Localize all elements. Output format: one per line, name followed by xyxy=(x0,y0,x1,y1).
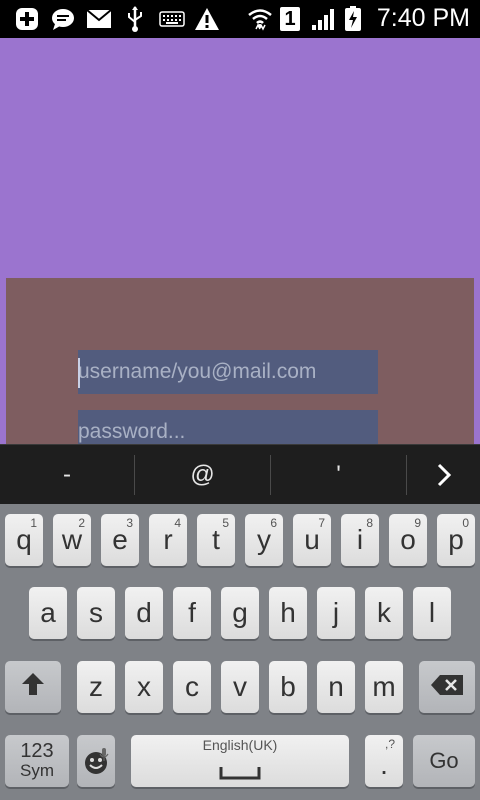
space-key[interactable]: English(UK) xyxy=(131,735,349,787)
key-v[interactable]: v xyxy=(221,661,259,713)
key-d[interactable]: d xyxy=(125,587,163,639)
more-suggestions-chevron-icon[interactable] xyxy=(407,445,480,505)
clock: 7:40 PM xyxy=(376,4,470,32)
add-notification-icon xyxy=(14,7,40,31)
key-t[interactable]: t5 xyxy=(197,514,235,566)
key-i[interactable]: i8 xyxy=(341,514,379,566)
status-bar: 1 7:40 PM xyxy=(0,0,480,38)
wifi-icon xyxy=(246,7,274,31)
chat-icon xyxy=(50,7,76,31)
key-q[interactable]: q1 xyxy=(5,514,43,566)
shift-arrow-icon xyxy=(20,671,46,704)
battery-charging-icon xyxy=(344,6,362,31)
emoji-key[interactable] xyxy=(77,735,115,787)
key-y[interactable]: y6 xyxy=(245,514,283,566)
key-r[interactable]: r4 xyxy=(149,514,187,566)
key-n[interactable]: n xyxy=(317,661,355,713)
key-m[interactable]: m xyxy=(365,661,403,713)
text-cursor xyxy=(78,358,80,388)
key-l[interactable]: l xyxy=(413,587,451,639)
key-f[interactable]: f xyxy=(173,587,211,639)
microphone-icon xyxy=(99,737,109,769)
key-j[interactable]: j xyxy=(317,587,355,639)
backspace-key[interactable] xyxy=(419,661,475,713)
suggestion-strip: - @ ' xyxy=(0,444,480,504)
key-z[interactable]: z xyxy=(77,661,115,713)
key-h[interactable]: h xyxy=(269,587,307,639)
mail-icon xyxy=(86,7,112,31)
key-g[interactable]: g xyxy=(221,587,259,639)
password-input[interactable]: password... xyxy=(78,410,378,444)
shift-key[interactable] xyxy=(5,661,61,713)
space-bar-icon xyxy=(219,755,261,787)
symbols-key[interactable]: 123 Sym xyxy=(5,735,69,787)
key-s[interactable]: s xyxy=(77,587,115,639)
key-e[interactable]: e3 xyxy=(101,514,139,566)
sim-icon: 1 xyxy=(280,7,300,31)
sim-number: 1 xyxy=(284,7,296,30)
warning-icon xyxy=(194,7,220,31)
backspace-icon xyxy=(430,671,464,703)
key-o[interactable]: o9 xyxy=(389,514,427,566)
key-k[interactable]: k xyxy=(365,587,403,639)
key-w[interactable]: w2 xyxy=(53,514,91,566)
username-input[interactable]: username/you@mail.com xyxy=(78,350,378,394)
suggestion-dash[interactable]: - xyxy=(0,445,134,505)
key-u[interactable]: u7 xyxy=(293,514,331,566)
suggestion-apostrophe[interactable]: ' xyxy=(271,445,406,505)
usb-icon xyxy=(124,6,146,32)
keyboard-icon xyxy=(158,7,186,31)
keyboard: q1 w2 e3 r4 t5 y6 u7 i8 o9 p0 a s d f g … xyxy=(0,504,480,800)
key-b[interactable]: b xyxy=(269,661,307,713)
key-x[interactable]: x xyxy=(125,661,163,713)
go-button[interactable]: Go xyxy=(413,735,475,787)
key-a[interactable]: a xyxy=(29,587,67,639)
key-c[interactable]: c xyxy=(173,661,211,713)
period-key[interactable]: ,? . xyxy=(365,735,403,787)
suggestion-at[interactable]: @ xyxy=(135,445,270,505)
signal-icon xyxy=(310,7,336,31)
key-p[interactable]: p0 xyxy=(437,514,475,566)
